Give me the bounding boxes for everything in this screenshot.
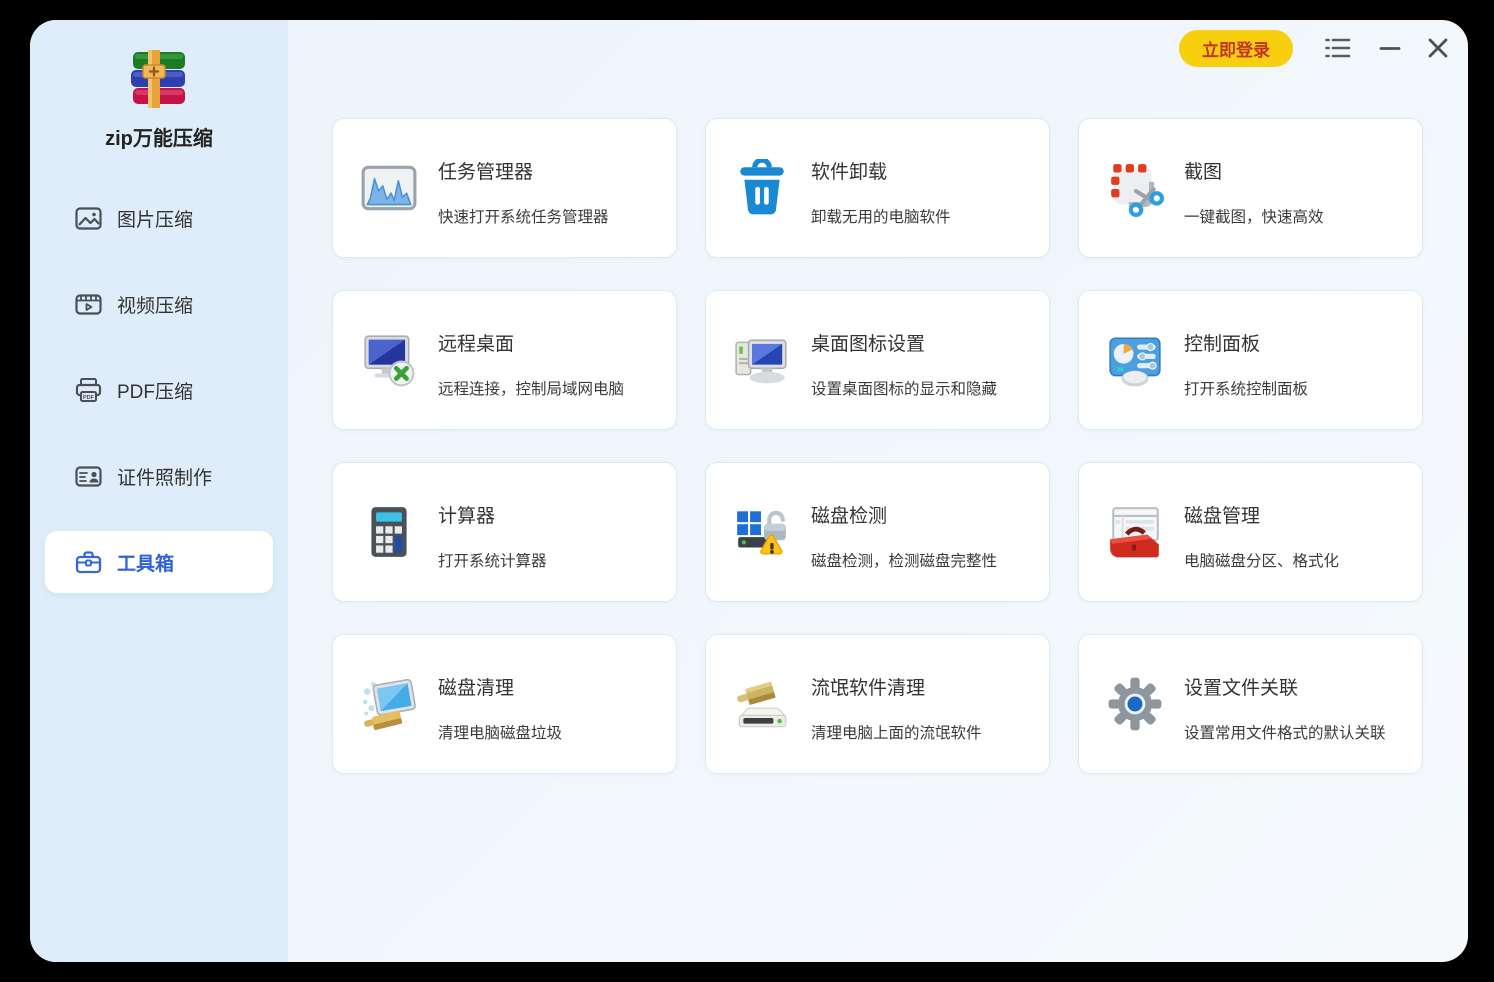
tool-card-disk-management[interactable]: 磁盘管理电脑磁盘分区、格式化	[1078, 462, 1423, 602]
tool-card-remote-desktop[interactable]: 远程桌面远程连接，控制局域网电脑	[332, 290, 677, 430]
tool-card-uninstall[interactable]: 软件卸载卸载无用的电脑软件	[705, 118, 1050, 258]
tool-desc: 电脑磁盘分区、格式化	[1184, 549, 1339, 571]
tool-desc: 远程连接，控制局域网电脑	[438, 377, 624, 399]
tool-card-disk-cleanup[interactable]: 磁盘清理清理电脑磁盘垃圾	[332, 634, 677, 774]
app-logo-icon	[129, 50, 189, 108]
sidebar-item-id-photo[interactable]: 证件照制作	[45, 445, 273, 507]
tool-desc: 卸载无用的电脑软件	[811, 205, 951, 227]
uninstall-trash-icon	[733, 159, 791, 217]
tool-desc: 设置桌面图标的显示和隐藏	[811, 377, 997, 399]
sidebar-item-video-compress[interactable]: 视频压缩	[45, 273, 273, 335]
app-window: zip万能压缩 图片压缩 视频压缩 PDF PDF压缩	[30, 20, 1468, 962]
rogue-software-clean-icon	[733, 675, 791, 733]
control-panel-icon	[1106, 331, 1164, 389]
tool-card-control-panel[interactable]: 控制面板打开系统控制面板	[1078, 290, 1423, 430]
tool-desc: 设置常用文件格式的默认关联	[1184, 721, 1386, 743]
video-compress-icon	[75, 291, 102, 318]
sidebar-item-label: PDF压缩	[117, 377, 193, 404]
tool-title: 软件卸载	[811, 157, 951, 184]
tool-title: 控制面板	[1184, 329, 1308, 356]
toolbox-icon	[75, 549, 102, 576]
remote-desktop-icon	[360, 331, 418, 389]
sidebar-item-pdf-compress[interactable]: PDF PDF压缩	[45, 359, 273, 421]
disk-check-icon	[733, 503, 791, 561]
sidebar: zip万能压缩 图片压缩 视频压缩 PDF PDF压缩	[30, 20, 288, 962]
sidebar-item-label: 视频压缩	[117, 291, 193, 318]
tool-title: 截图	[1184, 157, 1324, 184]
svg-text:PDF: PDF	[83, 395, 95, 401]
tool-title: 远程桌面	[438, 329, 624, 356]
calculator-icon	[360, 503, 418, 561]
tool-card-rogue-software-clean[interactable]: 流氓软件清理清理电脑上面的流氓软件	[705, 634, 1050, 774]
tool-title: 设置文件关联	[1184, 673, 1386, 700]
tool-desc: 快速打开系统任务管理器	[438, 205, 609, 227]
tool-title: 桌面图标设置	[811, 329, 997, 356]
desktop-icon-settings-icon	[733, 331, 791, 389]
disk-management-icon	[1106, 503, 1164, 561]
tool-title: 磁盘清理	[438, 673, 562, 700]
sidebar-menu: 图片压缩 视频压缩 PDF PDF压缩 证件照制作	[30, 187, 288, 593]
sidebar-item-toolbox[interactable]: 工具箱	[45, 531, 273, 593]
tool-title: 流氓软件清理	[811, 673, 982, 700]
sidebar-item-label: 图片压缩	[117, 205, 193, 232]
tool-desc: 磁盘检测，检测磁盘完整性	[811, 549, 997, 571]
tool-card-screenshot[interactable]: 截图一键截图，快速高效	[1078, 118, 1423, 258]
tool-card-disk-check[interactable]: 磁盘检测磁盘检测，检测磁盘完整性	[705, 462, 1050, 602]
tool-desc: 一键截图，快速高效	[1184, 205, 1324, 227]
tool-title: 任务管理器	[438, 157, 609, 184]
sidebar-item-image-compress[interactable]: 图片压缩	[45, 187, 273, 249]
tool-desc: 打开系统控制面板	[1184, 377, 1308, 399]
app-title: zip万能压缩	[30, 122, 288, 151]
tool-card-desktop-icon-settings[interactable]: 桌面图标设置设置桌面图标的显示和隐藏	[705, 290, 1050, 430]
sidebar-item-label: 证件照制作	[117, 463, 212, 490]
tool-title: 计算器	[438, 501, 547, 528]
file-association-gear-icon	[1106, 675, 1164, 733]
pdf-compress-icon: PDF	[75, 377, 102, 404]
task-manager-icon	[360, 159, 418, 217]
tool-desc: 清理电脑磁盘垃圾	[438, 721, 562, 743]
tool-title: 磁盘管理	[1184, 501, 1339, 528]
tool-card-task-manager[interactable]: 任务管理器快速打开系统任务管理器	[332, 118, 677, 258]
tool-card-calculator[interactable]: 计算器打开系统计算器	[332, 462, 677, 602]
screenshot-scissors-icon	[1106, 159, 1164, 217]
tool-desc: 清理电脑上面的流氓软件	[811, 721, 982, 743]
tool-desc: 打开系统计算器	[438, 549, 547, 571]
tool-grid: 任务管理器快速打开系统任务管理器 软件卸载卸载无用的电脑软件 截图一键截图，快速…	[332, 118, 1423, 774]
tool-card-file-association[interactable]: 设置文件关联设置常用文件格式的默认关联	[1078, 634, 1423, 774]
sidebar-item-label: 工具箱	[117, 549, 174, 576]
disk-cleanup-icon	[360, 675, 418, 733]
main-content: 任务管理器快速打开系统任务管理器 软件卸载卸载无用的电脑软件 截图一键截图，快速…	[288, 20, 1468, 962]
image-compress-icon	[75, 205, 102, 232]
tool-title: 磁盘检测	[811, 501, 997, 528]
id-photo-icon	[75, 463, 102, 490]
